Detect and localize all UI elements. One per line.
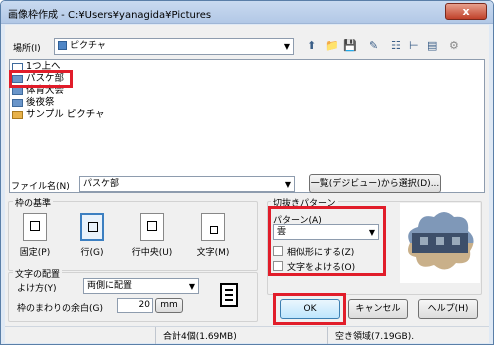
wrap-label: よけ方(Y) (17, 284, 57, 294)
layout-preview-icon (220, 283, 238, 307)
list-item-sample-pictures[interactable]: サンプル ピクチャ (12, 109, 105, 121)
frame-line-center-option[interactable] (140, 213, 164, 241)
margin-unit-button[interactable]: mm (155, 298, 183, 313)
frame-char-label: 文字(M) (196, 248, 230, 258)
browse-list-button[interactable]: 一覧(デジビュー)から選択(D)... (309, 174, 441, 193)
close-button[interactable]: x (445, 3, 487, 20)
settings-icon[interactable]: ⚙ (449, 39, 459, 52)
frame-basis-title: 枠の基準 (13, 196, 54, 209)
filename-label: ファイル名(N) (11, 182, 70, 192)
tree-icon[interactable]: ⊢ (409, 39, 419, 52)
list-icon[interactable]: ▤ (427, 39, 437, 52)
list-item-after-party[interactable]: 後夜祭 (12, 97, 55, 109)
wrap-select[interactable]: 両側に配置 ▼ (83, 278, 199, 294)
help-button[interactable]: ヘルプ(H) (418, 299, 478, 319)
frame-line-option[interactable] (80, 213, 104, 241)
highlight-box (273, 293, 346, 325)
highlight-box (9, 70, 73, 88)
edit-icon[interactable]: ✎ (369, 39, 378, 52)
status-bar: 合計4個(1.69MB) 空き領域(7.19GB). (5, 326, 489, 344)
file-list[interactable]: 1つ上へ パスケ部 体育大会 後夜祭 サンプル ピクチャ (9, 59, 485, 193)
filename-input[interactable]: パスケ部 ▼ (79, 176, 295, 192)
toolbar: ⬆ 📁 💾 ✎ ☷ ⊢ ▤ ⚙ (305, 37, 485, 55)
location-value: ピクチャ (70, 41, 106, 51)
folder-icon (12, 98, 23, 107)
folder-icon (12, 110, 23, 119)
status-free-space: 空き領域(7.19GB). (335, 332, 415, 342)
cancel-button[interactable]: キャンセル (348, 299, 408, 319)
chevron-down-icon: ▼ (283, 42, 290, 51)
window-title: 画像枠作成 - C:¥Users¥yanagida¥Pictures (8, 10, 212, 21)
frame-line-center-label: 行中央(U) (131, 248, 173, 258)
dialog-window: 画像枠作成 - C:¥Users¥yanagida¥Pictures x 場所(… (0, 0, 494, 345)
up-folder-icon[interactable]: ⬆ (307, 39, 316, 52)
pictures-folder-icon (58, 41, 67, 50)
cloud-crop-preview-icon (408, 212, 474, 270)
view-icon[interactable]: ☷ (391, 39, 401, 52)
chevron-down-icon: ▼ (188, 282, 195, 291)
text-layout-title: 文字の配置 (13, 267, 63, 280)
frame-fixed-option[interactable] (23, 213, 47, 241)
dialog-body: 場所(I) ピクチャ ▼ ⬆ 📁 💾 ✎ ☷ ⊢ ▤ ⚙ 1つ上へ パスケ部 体… (5, 25, 489, 344)
save-icon[interactable]: 💾 (343, 39, 357, 52)
location-select[interactable]: ピクチャ ▼ (54, 38, 294, 55)
margin-label: 枠のまわりの余白(G) (17, 304, 103, 314)
highlight-box (268, 206, 386, 276)
new-folder-icon[interactable]: 📁 (325, 39, 339, 52)
chevron-down-icon: ▼ (284, 180, 291, 189)
status-total: 合計4個(1.69MB) (163, 332, 237, 342)
margin-stepper[interactable]: 20 (117, 298, 153, 313)
frame-fixed-label: 固定(P) (19, 248, 51, 258)
title-bar: 画像枠作成 - C:¥Users¥yanagida¥Pictures x (1, 1, 493, 24)
frame-line-label: 行(G) (80, 248, 104, 258)
crop-preview-image (400, 203, 480, 283)
location-label: 場所(I) (13, 44, 41, 54)
frame-char-option[interactable] (201, 213, 225, 241)
